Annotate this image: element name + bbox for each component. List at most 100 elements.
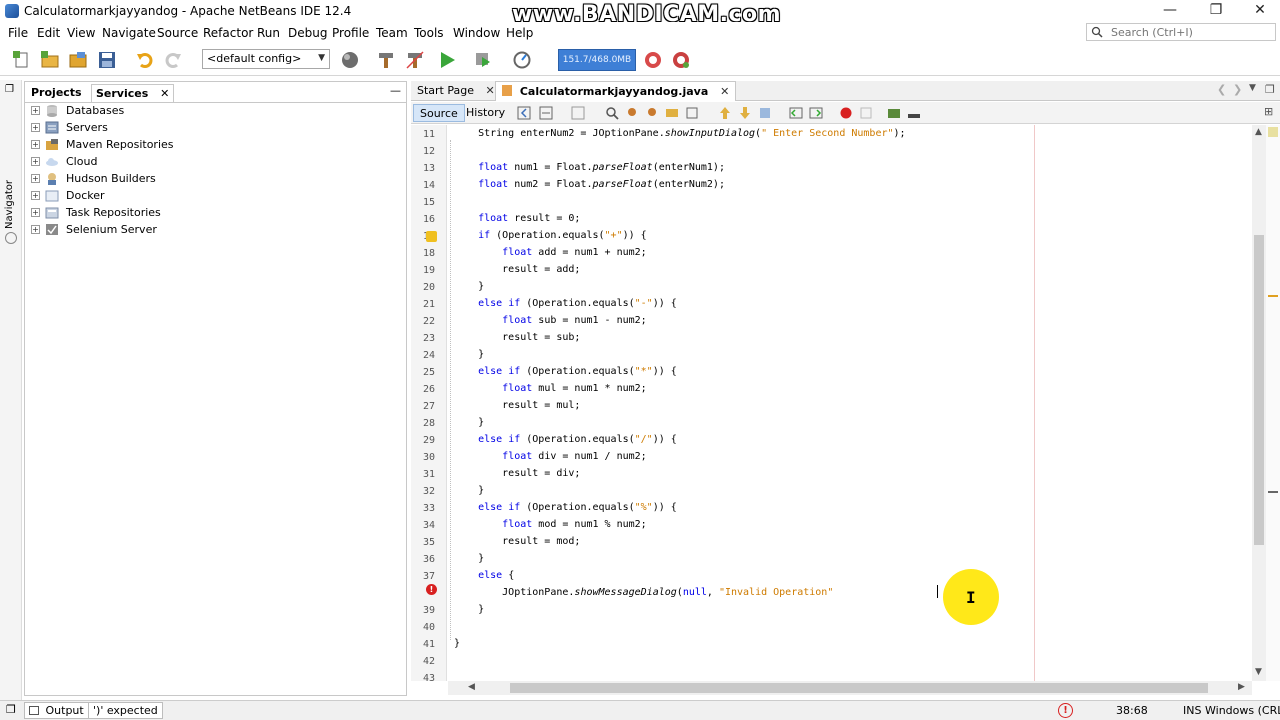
menu-refactor[interactable]: Refactor xyxy=(203,26,253,40)
undo-icon[interactable] xyxy=(135,50,155,70)
new-project-icon[interactable] xyxy=(40,50,60,70)
stop-icon[interactable] xyxy=(5,232,17,244)
horizontal-scrollbar[interactable]: ◀ ▶ xyxy=(448,681,1252,695)
expand-icon[interactable]: + xyxy=(31,157,40,166)
tree-item-selenium[interactable]: + Selenium Server xyxy=(25,221,405,238)
restore-window-icon[interactable]: ❐ xyxy=(5,84,14,95)
restore-window-icon[interactable]: ❐ xyxy=(6,703,16,716)
error-message-tab[interactable]: ')' expected xyxy=(88,702,163,719)
open-project-icon[interactable] xyxy=(68,50,88,70)
next-bookmark-icon[interactable] xyxy=(738,106,752,120)
build-hammer-icon[interactable] xyxy=(376,50,396,70)
warning-mark[interactable] xyxy=(1268,295,1278,297)
expand-icon[interactable]: + xyxy=(31,140,40,149)
menu-run[interactable]: Run xyxy=(257,26,280,40)
menu-view[interactable]: View xyxy=(67,26,95,40)
tab-java-file[interactable]: Calculatormarkjayyandog.java ✕ xyxy=(495,81,737,101)
navigator-label[interactable]: Navigator xyxy=(4,180,15,229)
expand-icon[interactable]: + xyxy=(31,106,40,115)
scroll-right-icon[interactable]: ▶ xyxy=(1238,682,1245,692)
globe-icon[interactable] xyxy=(340,50,360,70)
uncomment-icon[interactable] xyxy=(907,106,921,120)
menu-file[interactable]: File xyxy=(8,26,28,40)
menu-navigate[interactable]: Navigate xyxy=(102,26,156,40)
tree-item-hudson[interactable]: + Hudson Builders xyxy=(25,170,405,187)
clean-build-icon[interactable] xyxy=(405,50,425,70)
gc-icon[interactable] xyxy=(643,50,663,70)
find-next-icon[interactable] xyxy=(645,106,659,120)
tab-start-page[interactable]: Start Page ✕ xyxy=(411,81,501,101)
redo-icon[interactable] xyxy=(163,50,183,70)
minimize-icon[interactable]: — xyxy=(1148,0,1192,22)
error-stripe-status-icon[interactable] xyxy=(1268,127,1278,137)
error-stripe[interactable] xyxy=(1266,125,1280,681)
menu-team[interactable]: Team xyxy=(376,26,408,40)
search-input[interactable] xyxy=(1111,25,1271,39)
menu-debug[interactable]: Debug xyxy=(288,26,327,40)
close-icon[interactable]: ✕ xyxy=(720,85,729,98)
profile-icon[interactable] xyxy=(512,50,532,70)
vertical-scrollbar[interactable]: ▲ ▼ xyxy=(1252,125,1266,681)
shift-left-icon[interactable] xyxy=(789,106,803,120)
navigator-strip[interactable]: ❐ Navigator xyxy=(0,80,22,700)
output-tab[interactable]: Output xyxy=(24,702,89,719)
subtab-history[interactable]: History xyxy=(460,104,511,122)
expand-icon[interactable]: + xyxy=(31,191,40,200)
tree-item-cloud[interactable]: + Cloud xyxy=(25,153,405,170)
minimize-panel-icon[interactable]: — xyxy=(390,84,401,97)
previous-bookmark-icon[interactable] xyxy=(718,106,732,120)
error-icon[interactable]: ! xyxy=(426,584,437,595)
close-icon[interactable]: ✕ xyxy=(1238,0,1280,22)
stop-macro-icon[interactable] xyxy=(859,106,873,120)
menu-window[interactable]: Window xyxy=(453,26,500,40)
tree-item-databases[interactable]: + Databases xyxy=(25,102,405,119)
scroll-tabs-left-icon[interactable]: ❮ xyxy=(1217,83,1226,96)
restore-icon[interactable]: ❐ xyxy=(1194,0,1238,22)
expand-icon[interactable]: + xyxy=(31,208,40,217)
vertical-scroll-thumb[interactable] xyxy=(1254,235,1264,545)
code-editor[interactable]: String enterNum2 = JOptionPane.showInput… xyxy=(448,125,1252,681)
menu-help[interactable]: Help xyxy=(506,26,533,40)
shift-right-icon[interactable] xyxy=(809,106,823,120)
tab-services[interactable]: Services ✕ xyxy=(91,84,175,102)
tab-projects[interactable]: Projects xyxy=(27,84,86,102)
expand-icon[interactable]: + xyxy=(31,225,40,234)
comment-icon[interactable] xyxy=(887,106,901,120)
back-icon[interactable] xyxy=(539,106,553,120)
scroll-tabs-right-icon[interactable]: ❯ xyxy=(1233,83,1242,96)
scroll-left-icon[interactable]: ◀ xyxy=(468,682,475,692)
subtab-source[interactable]: Source xyxy=(413,104,465,122)
tree-item-task-repositories[interactable]: + Task Repositories xyxy=(25,204,405,221)
close-icon[interactable]: ✕ xyxy=(486,84,495,97)
forward-icon[interactable] xyxy=(571,106,585,120)
save-all-icon[interactable] xyxy=(97,50,117,70)
run-icon[interactable] xyxy=(437,50,457,70)
toggle-highlight-icon[interactable] xyxy=(665,106,679,120)
expand-icon[interactable]: + xyxy=(31,174,40,183)
tree-item-servers[interactable]: + Servers xyxy=(25,119,405,136)
tree-item-maven[interactable]: + Maven Repositories xyxy=(25,136,405,153)
hint-bulb-icon[interactable] xyxy=(426,231,437,242)
find-previous-icon[interactable] xyxy=(625,106,639,120)
split-editor-icon[interactable]: ⊞ xyxy=(1264,105,1273,118)
debug-icon[interactable] xyxy=(473,50,493,70)
find-icon[interactable] xyxy=(605,106,619,120)
horizontal-scroll-thumb[interactable] xyxy=(510,683,1208,693)
toggle-rect-selection-icon[interactable] xyxy=(685,106,699,120)
scroll-up-icon[interactable]: ▲ xyxy=(1255,127,1262,137)
last-edit-icon[interactable] xyxy=(517,106,531,120)
menu-source[interactable]: Source xyxy=(157,26,198,40)
expand-icon[interactable]: + xyxy=(31,123,40,132)
scroll-down-icon[interactable]: ▼ xyxy=(1255,667,1262,677)
config-select[interactable]: <default config> ▼ xyxy=(202,49,330,69)
notifications-icon[interactable]: ! xyxy=(1058,703,1073,718)
tab-list-icon[interactable]: ▼ xyxy=(1249,83,1256,93)
toggle-bookmark-icon[interactable] xyxy=(758,106,772,120)
menu-tools[interactable]: Tools xyxy=(414,26,444,40)
menu-profile[interactable]: Profile xyxy=(332,26,369,40)
menu-edit[interactable]: Edit xyxy=(37,26,60,40)
restore-window-icon[interactable]: ❐ xyxy=(1265,83,1275,96)
new-file-icon[interactable] xyxy=(12,50,32,70)
start-macro-icon[interactable] xyxy=(839,106,853,120)
close-icon[interactable]: ✕ xyxy=(160,87,169,100)
